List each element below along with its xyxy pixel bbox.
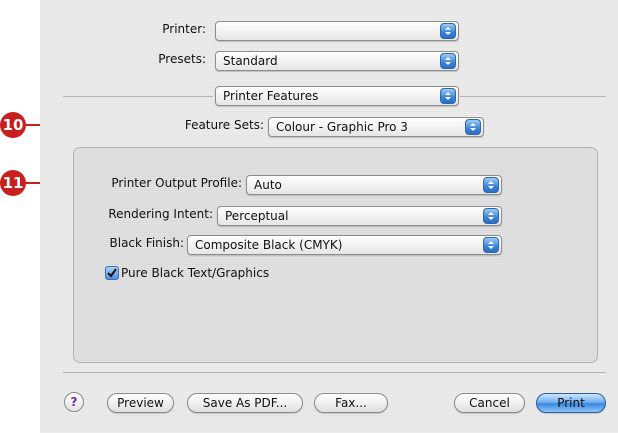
print-dialog: Printer: Presets: Standard Printer Featu… [40, 0, 618, 433]
pure-black-checkbox[interactable] [105, 266, 119, 280]
print-button[interactable]: Print [536, 393, 606, 413]
black-finish-label: Black Finish: [109, 236, 184, 250]
section-value: Printer Features [223, 89, 319, 103]
help-button[interactable]: ? [64, 392, 84, 412]
printer-stepper-icon [440, 23, 456, 39]
presets-label: Presets: [158, 52, 206, 66]
feature-sets-popup[interactable]: Colour - Graphic Pro 3 [268, 117, 484, 137]
output-profile-stepper-icon [483, 177, 499, 193]
presets-stepper-icon [440, 53, 456, 69]
pure-black-label: Pure Black Text/Graphics [121, 266, 270, 280]
separator-left [63, 96, 213, 97]
rendering-intent-label: Rendering Intent: [108, 207, 213, 221]
callout-10-badge: 10 [0, 112, 26, 138]
presets-popup[interactable]: Standard [215, 51, 459, 71]
checkmark-icon [107, 268, 117, 278]
rendering-intent-value: Perceptual [225, 209, 289, 223]
output-profile-popup[interactable]: Auto [246, 175, 502, 195]
fax-button[interactable]: Fax... [314, 393, 388, 413]
feature-sets-value: Colour - Graphic Pro 3 [276, 120, 408, 134]
black-finish-value: Composite Black (CMYK) [195, 238, 343, 252]
bottom-separator [63, 372, 606, 373]
section-stepper-icon [440, 88, 456, 104]
black-finish-stepper-icon [483, 237, 499, 253]
feature-sets-stepper-icon [465, 119, 481, 135]
presets-value: Standard [223, 54, 278, 68]
output-profile-label: Printer Output Profile: [111, 176, 242, 190]
output-profile-value: Auto [254, 178, 282, 192]
cancel-button[interactable]: Cancel [454, 393, 525, 413]
feature-sets-label: Feature Sets: [184, 118, 264, 132]
black-finish-popup[interactable]: Composite Black (CMYK) [187, 235, 502, 255]
separator-right [460, 96, 606, 97]
printer-popup[interactable] [215, 21, 459, 41]
save-as-pdf-button[interactable]: Save As PDF... [187, 393, 303, 413]
section-popup[interactable]: Printer Features [215, 86, 459, 106]
printer-label: Printer: [162, 22, 206, 36]
preview-button[interactable]: Preview [107, 393, 174, 413]
rendering-intent-stepper-icon [483, 208, 499, 224]
callout-11-badge: 11 [0, 170, 26, 196]
rendering-intent-popup[interactable]: Perceptual [217, 206, 502, 226]
